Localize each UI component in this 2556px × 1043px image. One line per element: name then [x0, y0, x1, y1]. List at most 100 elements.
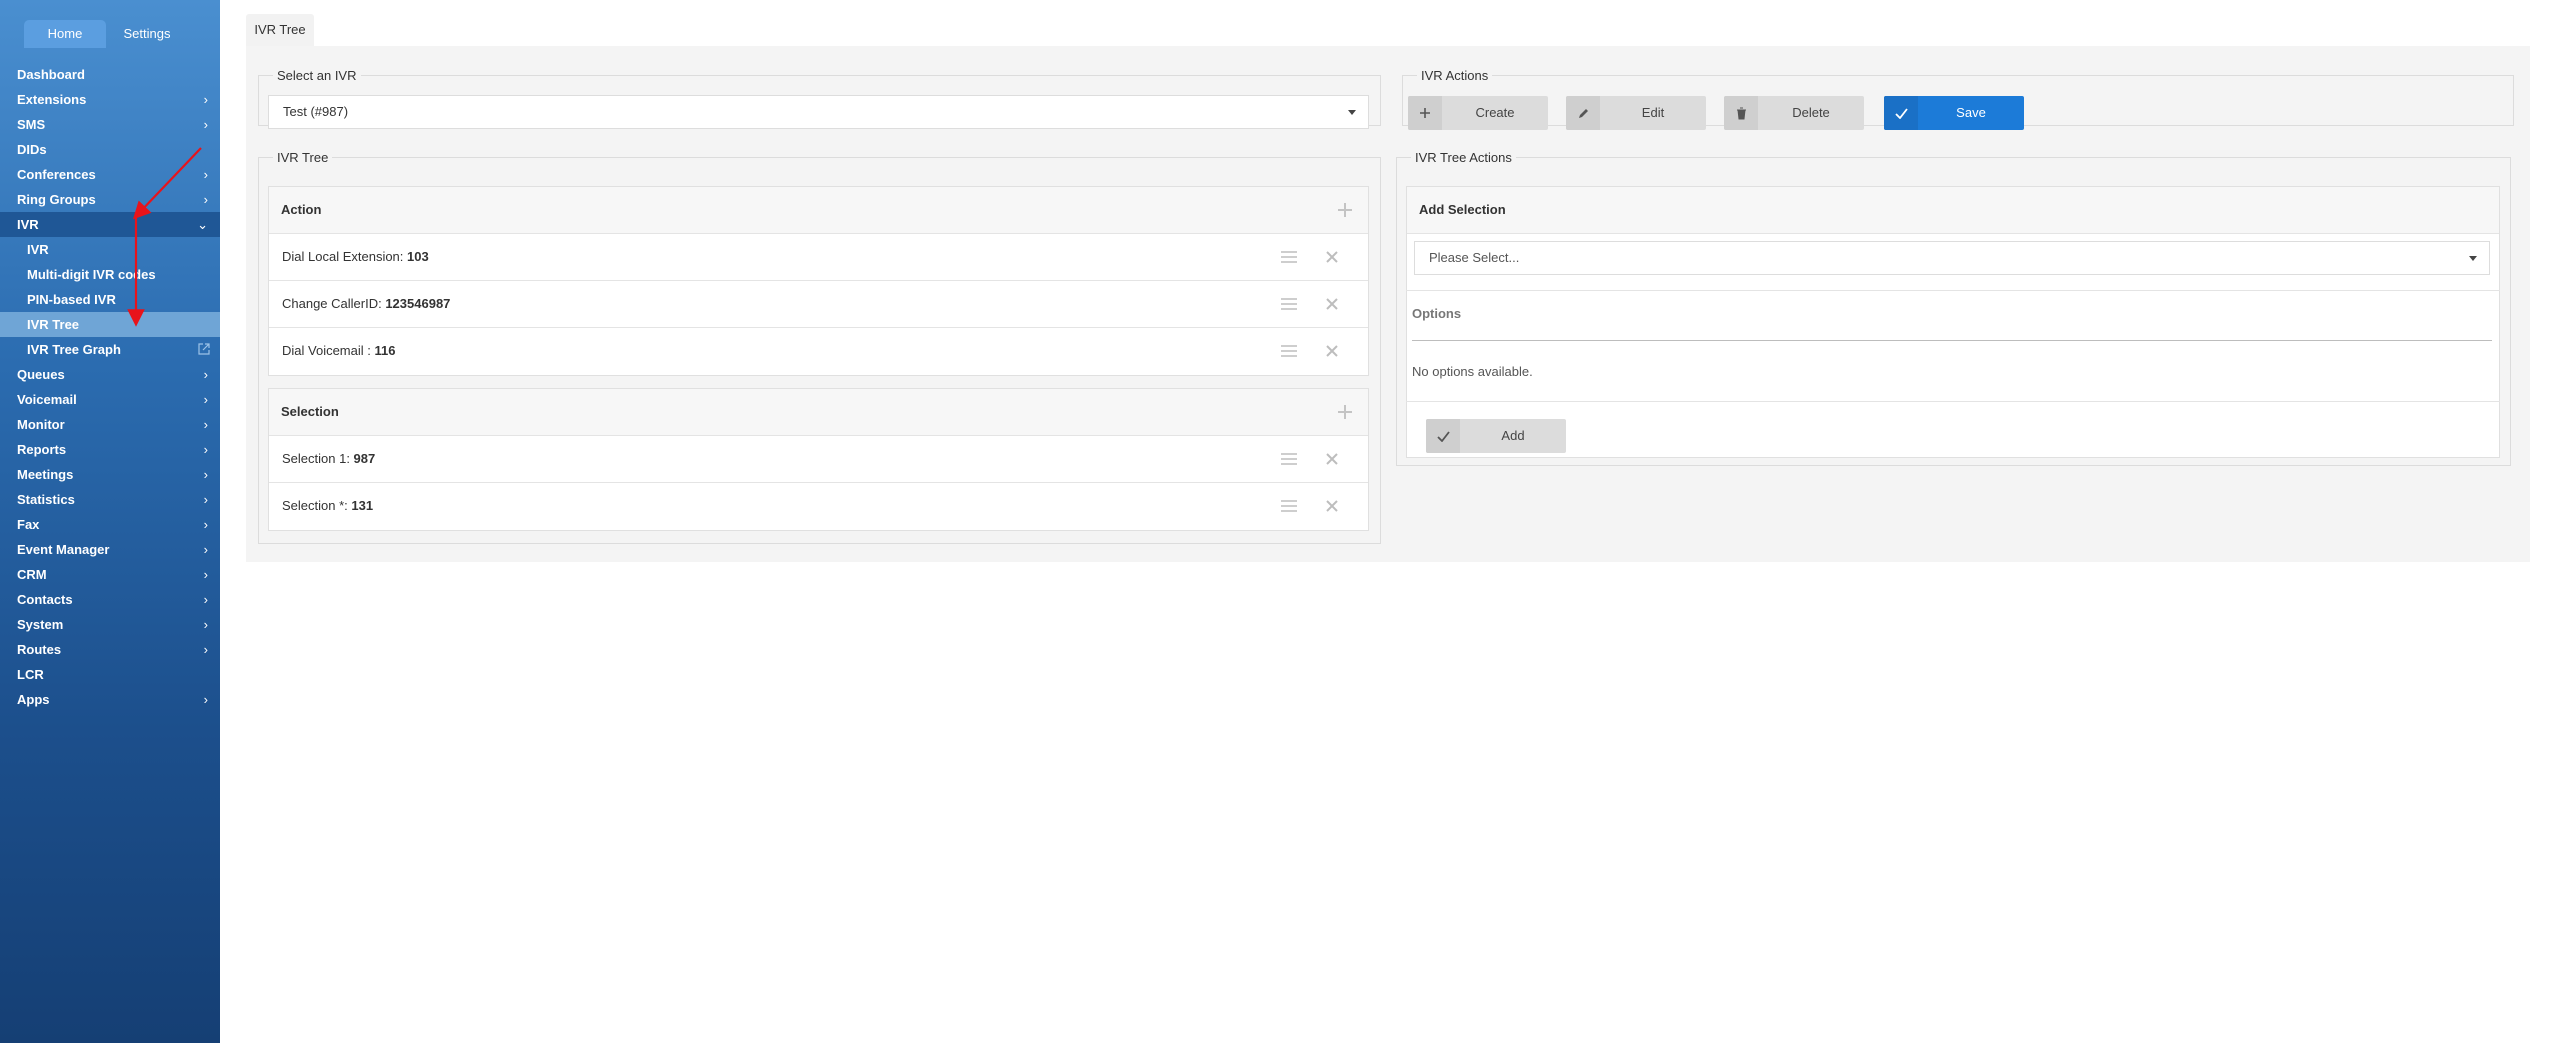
sidebar-item-event-manager[interactable]: Event Manager ›: [0, 537, 220, 562]
ivr-select[interactable]: Test (#987): [268, 95, 1369, 129]
sidebar-item-dashboard[interactable]: Dashboard: [0, 62, 220, 87]
sidebar-item-fax[interactable]: Fax ›: [0, 512, 220, 537]
create-button-label: Create: [1475, 105, 1515, 120]
chevron-right-icon: ›: [203, 117, 208, 132]
sidebar-subitem-ivr-tree[interactable]: IVR Tree: [0, 312, 220, 337]
drag-handle-icon[interactable]: [1280, 249, 1298, 265]
add-selection-header-label: Add Selection: [1419, 202, 1506, 217]
tab-settings[interactable]: Settings: [106, 20, 188, 48]
sidebar-item-apps[interactable]: Apps ›: [0, 687, 220, 712]
sidebar-item-ring-groups[interactable]: Ring Groups ›: [0, 187, 220, 212]
sidebar-item-queues[interactable]: Queues ›: [0, 362, 220, 387]
remove-x-icon[interactable]: [1324, 498, 1340, 514]
selection-type-select[interactable]: Please Select...: [1414, 241, 2490, 275]
remove-x-icon[interactable]: [1324, 451, 1340, 467]
external-link-icon[interactable]: [198, 343, 210, 355]
action-card-header: Action: [269, 187, 1368, 234]
chevron-right-icon: ›: [203, 467, 208, 482]
selection-type-placeholder: Please Select...: [1429, 250, 1520, 265]
sidebar-item-reports[interactable]: Reports ›: [0, 437, 220, 462]
main-content: IVR Tree Select an IVR Test (#987) IVR A…: [220, 0, 2556, 1043]
add-selection-card: Add Selection: [1406, 186, 2500, 408]
sidebar-item-label: System: [17, 617, 64, 632]
sidebar-subitem-pin-based-ivr[interactable]: PIN-based IVR: [0, 287, 220, 312]
edit-button[interactable]: Edit: [1566, 96, 1706, 130]
checkmark-icon: [1884, 96, 1918, 130]
sidebar-tabs: Home Settings: [24, 20, 188, 48]
sidebar-item-extensions[interactable]: Extensions ›: [0, 87, 220, 112]
tab-home[interactable]: Home: [24, 20, 106, 48]
sidebar-item-label: IVR: [17, 217, 39, 232]
sidebar-item-label: Event Manager: [17, 542, 110, 557]
caret-down-icon: [2469, 256, 2477, 261]
chevron-right-icon: ›: [203, 692, 208, 707]
sidebar-item-conferences[interactable]: Conferences ›: [0, 162, 220, 187]
sidebar-item-label: DIDs: [17, 142, 47, 157]
sidebar-subitem-multi-digit-ivr-codes[interactable]: Multi-digit IVR codes: [0, 262, 220, 287]
create-button[interactable]: Create: [1408, 96, 1548, 130]
sidebar-subitem-ivr-tree-graph[interactable]: IVR Tree Graph: [0, 337, 220, 362]
sidebar-item-monitor[interactable]: Monitor ›: [0, 412, 220, 437]
chevron-right-icon: ›: [203, 542, 208, 557]
sidebar-item-label: Multi-digit IVR codes: [27, 267, 156, 282]
drag-handle-icon[interactable]: [1280, 296, 1298, 312]
chevron-right-icon: ›: [203, 392, 208, 407]
chevron-right-icon: ›: [203, 167, 208, 182]
remove-x-icon[interactable]: [1324, 296, 1340, 312]
sidebar-item-label: Conferences: [17, 167, 96, 182]
sidebar-item-label: Dashboard: [17, 67, 85, 82]
ivr-actions-legend: IVR Actions: [1421, 68, 1489, 83]
action-row: Dial Local Extension: 103: [269, 234, 1368, 281]
sidebar-menu: Dashboard Extensions › SMS › DIDs Conferen…: [0, 62, 220, 712]
sidebar-item-routes[interactable]: Routes ›: [0, 637, 220, 662]
sidebar-item-label: Extensions: [17, 92, 87, 107]
sidebar-item-voicemail[interactable]: Voicemail ›: [0, 387, 220, 412]
sidebar-item-statistics[interactable]: Statistics ›: [0, 487, 220, 512]
action-label: Change CallerID:: [282, 296, 386, 311]
sidebar-item-label: SMS: [17, 117, 46, 132]
sidebar-item-crm[interactable]: CRM ›: [0, 562, 220, 587]
sidebar-item-contacts[interactable]: Contacts ›: [0, 587, 220, 612]
delete-button[interactable]: Delete: [1724, 96, 1864, 130]
selection-card: Selection Selection 1: 987 Selection *: …: [268, 388, 1369, 531]
tab-ivr-tree[interactable]: IVR Tree: [246, 14, 314, 46]
chevron-right-icon: ›: [203, 642, 208, 657]
options-label: Options: [1412, 306, 1462, 321]
add-action-plus-icon[interactable]: [1336, 201, 1354, 219]
select-ivr-legend: Select an IVR: [277, 68, 357, 83]
sidebar-subitem-ivr[interactable]: IVR: [0, 237, 220, 262]
action-value: 116: [374, 343, 396, 358]
add-selection-plus-icon[interactable]: [1336, 403, 1354, 421]
action-header-label: Action: [281, 202, 322, 217]
drag-handle-icon[interactable]: [1280, 451, 1298, 467]
sidebar-item-meetings[interactable]: Meetings ›: [0, 462, 220, 487]
add-button-label: Add: [1501, 428, 1525, 443]
remove-x-icon[interactable]: [1324, 249, 1340, 265]
sidebar-item-ivr[interactable]: IVR ⌄: [0, 212, 220, 237]
drag-handle-icon[interactable]: [1280, 343, 1298, 359]
ivr-tree-legend: IVR Tree: [277, 150, 329, 165]
sidebar-item-label: PIN-based IVR: [27, 292, 116, 307]
options-divider: [1412, 340, 2492, 341]
sidebar-item-label: IVR: [27, 242, 49, 257]
sidebar-item-lcr[interactable]: LCR: [0, 662, 220, 687]
selection-value: 987: [353, 451, 376, 466]
checkmark-icon: [1426, 419, 1460, 453]
sidebar-item-label: Ring Groups: [17, 192, 96, 207]
sidebar-item-dids[interactable]: DIDs: [0, 137, 220, 162]
add-button[interactable]: Add: [1426, 419, 1566, 453]
save-button[interactable]: Save: [1884, 96, 2024, 130]
action-label: Dial Voicemail :: [282, 343, 375, 358]
sidebar-item-label: Apps: [17, 692, 50, 707]
sidebar-item-label: IVR Tree Graph: [27, 342, 121, 357]
sidebar-item-system[interactable]: System ›: [0, 612, 220, 637]
drag-handle-icon[interactable]: [1280, 498, 1298, 514]
sidebar-item-label: Monitor: [17, 417, 65, 432]
pencil-icon: [1566, 96, 1600, 130]
add-footer: [1406, 402, 2500, 458]
chevron-down-icon: ⌄: [197, 217, 208, 232]
plus-icon: [1408, 96, 1442, 130]
sidebar-item-sms[interactable]: SMS ›: [0, 112, 220, 137]
remove-x-icon[interactable]: [1324, 343, 1340, 359]
chevron-right-icon: ›: [203, 367, 208, 382]
